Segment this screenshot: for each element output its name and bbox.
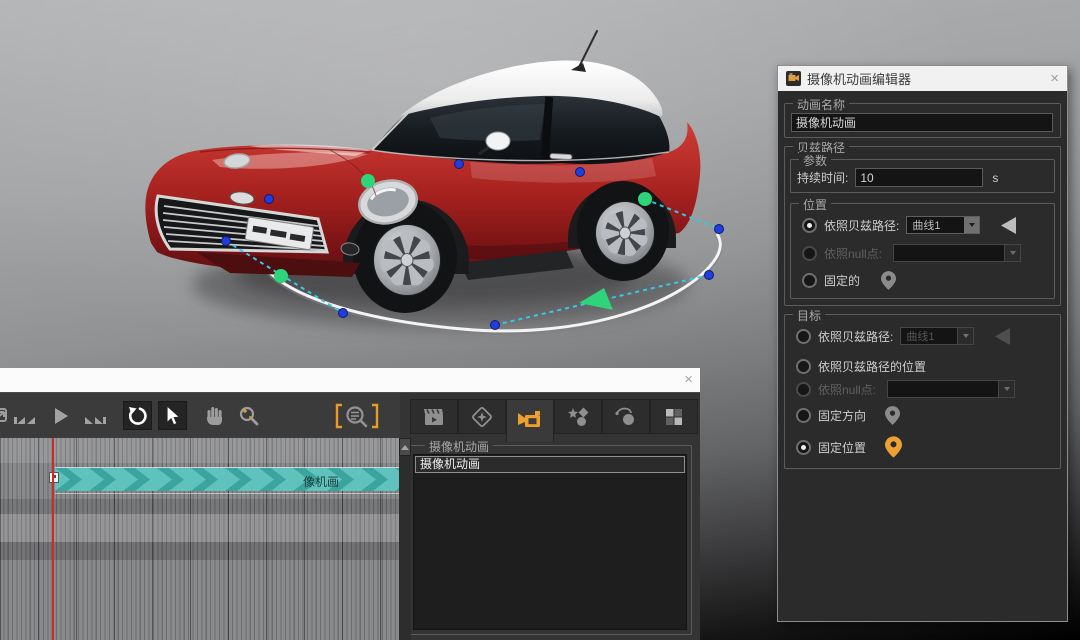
playhead[interactable] — [52, 438, 54, 640]
dropdown-value: 曲线1 — [906, 328, 934, 344]
close-icon[interactable]: × — [684, 370, 693, 390]
target-bezier-dropdown: 曲线1 — [900, 327, 974, 345]
frame-search-icon[interactable] — [334, 401, 380, 431]
radio-fixed-position[interactable] — [796, 440, 811, 455]
animation-group-label: 摄像机动画 — [425, 438, 493, 455]
editor-titlebar[interactable]: 摄像机动画编辑器 × — [778, 66, 1067, 91]
radio-fixed[interactable] — [802, 273, 817, 288]
timeline-pane: 像机画 — [0, 393, 400, 640]
tab-clapperboard[interactable] — [410, 399, 458, 434]
hand-icon[interactable] — [198, 401, 232, 431]
timeline-panel: × — [0, 368, 700, 640]
loop-icon[interactable] — [123, 401, 152, 430]
timeline-panel-titlebar[interactable]: × — [0, 368, 700, 393]
clip-start-handle[interactable] — [49, 472, 59, 483]
anim-name-input[interactable] — [791, 113, 1053, 132]
target-bezier-label: 依照贝兹路径: — [818, 328, 893, 345]
play-icon[interactable] — [43, 401, 77, 431]
door-handle — [550, 153, 572, 159]
scroll-up-icon[interactable] — [399, 438, 411, 456]
pick-path-icon — [995, 328, 1010, 345]
animation-list[interactable]: 摄像机动画 — [413, 454, 687, 630]
car-model — [145, 31, 700, 313]
tab-star-diamond[interactable] — [458, 399, 506, 434]
target-null-label: 依照null点: — [818, 381, 876, 398]
radio-target-null[interactable] — [796, 382, 811, 397]
radio-follow-bezier[interactable] — [802, 218, 817, 233]
duration-input[interactable] — [855, 168, 983, 187]
panel-title: 摄像机动画编辑器 — [807, 69, 911, 88]
target-group-label: 目标 — [793, 307, 825, 324]
app-screen: × — [0, 0, 1080, 640]
clip-label: 像机画 — [303, 473, 339, 490]
animation-group-box: 摄像机动画 摄像机动画 — [408, 445, 692, 635]
follow-null-label: 依照null点: — [824, 245, 882, 262]
target-bezier-pos-label: 依照贝兹路径的位置 — [818, 358, 926, 375]
zoom-adjust-icon[interactable] — [232, 401, 266, 431]
radio-follow-null[interactable] — [802, 246, 817, 261]
radio-target-bezier[interactable] — [796, 329, 811, 344]
cursor-icon[interactable] — [158, 401, 187, 430]
dropdown-value: 曲线1 — [912, 217, 940, 233]
pin-icon-orange[interactable] — [885, 436, 902, 458]
radio-target-bezier-pos[interactable] — [796, 359, 811, 374]
null-point-dropdown — [893, 244, 1021, 262]
fixed-label: 固定的 — [824, 272, 860, 289]
duration-unit: s — [992, 171, 998, 185]
anim-name-group-label: 动画名称 — [793, 96, 849, 113]
tab-quadrant[interactable] — [650, 399, 698, 434]
chevron-down-icon — [1004, 245, 1020, 261]
pin-icon[interactable] — [885, 406, 900, 425]
skip-start-icon[interactable] — [9, 401, 43, 431]
camera-editor-icon — [786, 71, 801, 86]
timeline-scrollbar[interactable] — [399, 438, 411, 640]
jump-icon[interactable] — [0, 401, 9, 431]
bezier-path-dropdown[interactable]: 曲线1 — [906, 216, 980, 234]
animation-tab-pane: 摄像机动画 摄像机动画 — [400, 393, 700, 640]
tab-camera[interactable] — [506, 399, 554, 442]
pick-path-icon[interactable] — [1001, 217, 1016, 234]
playback-toolbar — [0, 393, 400, 438]
camera-animation-editor-panel: 摄像机动画编辑器 × 动画名称 贝兹路径 参数 持续时间: s — [777, 65, 1068, 622]
close-icon[interactable]: × — [1050, 70, 1059, 87]
position-group-label: 位置 — [799, 196, 831, 213]
chevron-down-icon — [998, 381, 1014, 397]
timeline-tracks[interactable]: 像机画 — [0, 438, 400, 640]
duration-label: 持续时间: — [797, 169, 848, 186]
chevron-down-icon[interactable] — [964, 217, 979, 233]
fixed-position-label: 固定位置 — [818, 439, 866, 456]
target-null-dropdown — [887, 380, 1015, 398]
skip-end-icon[interactable] — [77, 401, 111, 431]
follow-bezier-label: 依照贝兹路径: — [824, 217, 899, 234]
radio-fixed-direction[interactable] — [796, 408, 811, 423]
tab-shapes[interactable] — [554, 399, 602, 434]
tab-lasso[interactable] — [602, 399, 650, 434]
rear-wheel — [577, 181, 669, 281]
chevron-down-icon — [957, 328, 973, 344]
list-item[interactable]: 摄像机动画 — [415, 456, 685, 473]
params-group-label: 参数 — [799, 152, 831, 169]
fixed-direction-label: 固定方向 — [818, 407, 866, 424]
pin-icon[interactable] — [881, 271, 896, 290]
animation-clip[interactable]: 像机画 — [55, 467, 399, 494]
